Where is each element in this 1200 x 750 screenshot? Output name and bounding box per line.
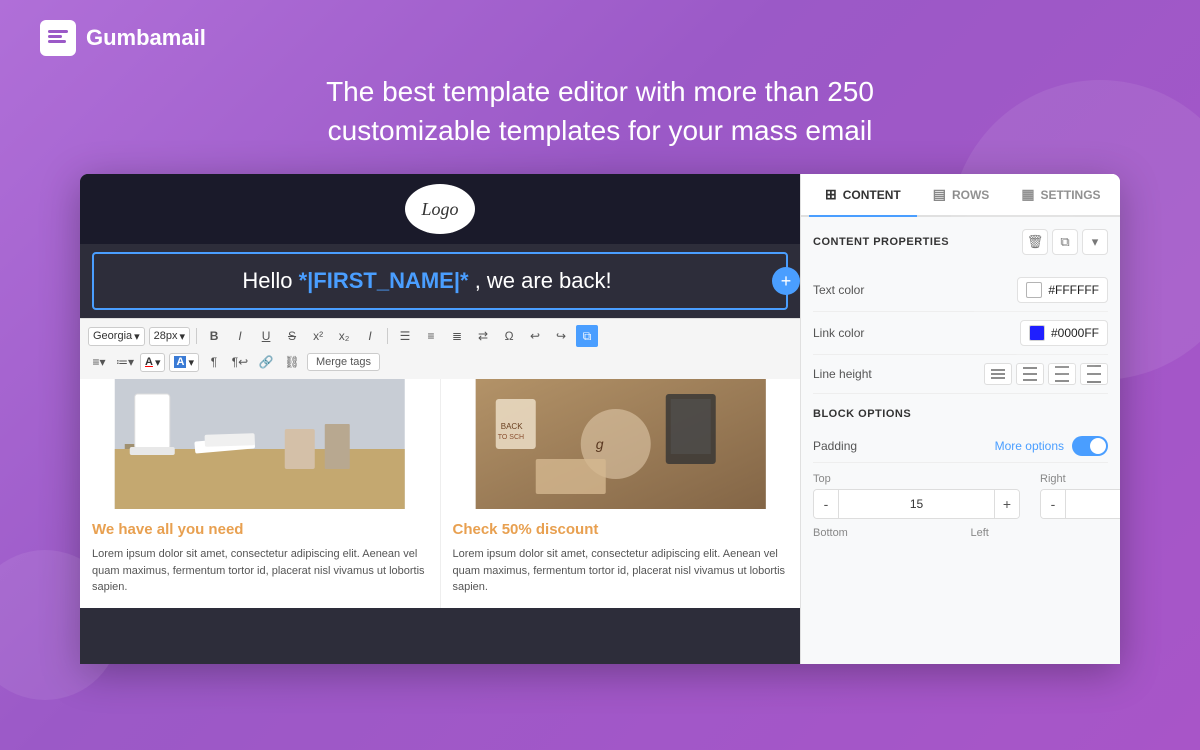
hero-tagline: The best template editor with more than … (250, 72, 950, 150)
top-value-input[interactable] (838, 490, 995, 518)
italic-button[interactable]: I (229, 325, 251, 347)
justify-button[interactable]: ⇄ (472, 325, 494, 347)
indent-button[interactable]: ¶ (203, 351, 225, 373)
col2-body: Lorem ipsum dolor sit amet, consectetur … (453, 546, 789, 596)
right-value-input[interactable] (1065, 490, 1120, 518)
padding-toggle[interactable] (1072, 436, 1108, 456)
text-color-picker[interactable]: A ▾ (140, 353, 165, 372)
subscript-button[interactable]: x₂ (333, 325, 355, 347)
underline-button[interactable]: U (255, 325, 277, 347)
align-center-button[interactable]: ≡ (420, 325, 442, 347)
col1-image (80, 379, 440, 509)
toolbar-separator2 (387, 328, 388, 344)
padding-label: Padding (813, 439, 857, 453)
bottom-padding-field: Bottom (813, 527, 951, 543)
bold-button[interactable]: B (203, 325, 225, 347)
link-button[interactable]: 🔗 (255, 351, 277, 373)
top-number-input: - + (813, 489, 1020, 519)
left-padding-field: Left (971, 527, 1109, 543)
top-right-group: Top - + Right - (813, 473, 1108, 519)
right-minus-button[interactable]: - (1041, 490, 1065, 518)
svg-text:BACK: BACK (500, 422, 522, 431)
top-label: Top (813, 473, 1020, 485)
email-text-content: Hello *|FIRST_NAME|* , we are back! (94, 254, 786, 308)
logo-text: Gumbamail (86, 25, 206, 51)
logo-icon (40, 20, 76, 56)
top-plus-button[interactable]: + (995, 490, 1019, 518)
block-options-title: BLOCK OPTIONS (813, 408, 1108, 420)
redo-button[interactable]: ↪ (550, 325, 572, 347)
email-col-2: BACK TO SCH g Check 50% discount Lorem i… (440, 379, 801, 608)
col2-heading: Check 50% discount (453, 521, 789, 538)
col1-body: Lorem ipsum dolor sit amet, consectetur … (92, 546, 428, 596)
right-number-input: - + (1040, 489, 1120, 519)
font-size-select[interactable]: 28px ▾ (149, 327, 190, 346)
top-padding-field: Top - + (813, 473, 1020, 519)
content-properties-title: CONTENT PROPERTIES (813, 236, 949, 248)
svg-text:TO SCH: TO SCH (497, 434, 523, 441)
line-height-label: Line height (813, 367, 872, 381)
col2-text: Check 50% discount Lorem ipsum dolor sit… (441, 509, 801, 608)
special-chars-button[interactable]: Ω (498, 325, 520, 347)
unordered-list-button[interactable]: ≔▾ (114, 351, 136, 373)
ordered-list-button[interactable]: ≡▾ (88, 351, 110, 373)
tab-content[interactable]: ⊞ CONTENT (809, 174, 917, 217)
svg-text:g: g (595, 436, 603, 452)
undo-button[interactable]: ↩ (524, 325, 546, 347)
text-color-label: Text color (813, 283, 864, 297)
bottom-label: Bottom (813, 527, 951, 539)
left-label: Left (971, 527, 1109, 539)
padding-inputs: Top - + Right - (813, 463, 1108, 561)
toolbar-row2: ≡▾ ≔▾ A ▾ A ▾ ¶ ¶↩ 🔗 ⛓ Merge tags (88, 349, 792, 375)
text-toolbar: Georgia ▾ 28px ▾ B I U S x² x₂ I ☰ ≡ ≣ (80, 318, 800, 379)
merge-field: *|FIRST_NAME|* (299, 268, 469, 293)
font-family-select[interactable]: Georgia ▾ (88, 327, 145, 346)
email-logo: Logo (405, 184, 475, 234)
strikethrough-button[interactable]: S (281, 325, 303, 347)
logo-area: Gumbamail (40, 20, 206, 56)
toggle-knob (1090, 438, 1106, 454)
merge-tags-button[interactable]: Merge tags (307, 353, 380, 371)
right-padding-field: Right - + (1040, 473, 1120, 519)
unlink-button[interactable]: ⛓ (281, 351, 303, 373)
link-color-label: Link color (813, 326, 864, 340)
top-minus-button[interactable]: - (814, 490, 838, 518)
toolbar-row1: Georgia ▾ 28px ▾ B I U S x² x₂ I ☰ ≡ ≣ (88, 323, 792, 349)
col2-image: BACK TO SCH g (441, 379, 801, 509)
outdent-button[interactable]: ¶↩ (229, 351, 251, 373)
align-left-button[interactable]: ☰ (394, 325, 416, 347)
rows-tab-icon: ▤ (933, 186, 946, 203)
more-options-text: More options (995, 439, 1064, 453)
col1-heading: We have all you need (92, 521, 428, 538)
add-block-button[interactable]: + (772, 267, 800, 295)
content-tab-icon: ⊞ (825, 186, 837, 203)
copy-button[interactable]: ⧉ (576, 325, 598, 347)
italic2-button[interactable]: I (359, 325, 381, 347)
right-label: Right (1040, 473, 1120, 485)
email-col-1: We have all you need Lorem ipsum dolor s… (80, 379, 440, 608)
col1-text: We have all you need Lorem ipsum dolor s… (80, 509, 440, 608)
padding-controls: More options (995, 436, 1108, 456)
padding-row: Padding More options (813, 430, 1108, 463)
bottom-left-group: Bottom Left (813, 527, 1108, 543)
text-edit-area[interactable]: Hello *|FIRST_NAME|* , we are back! + (92, 252, 788, 310)
bg-color-picker[interactable]: A ▾ (169, 353, 198, 372)
toolbar-separator (196, 328, 197, 344)
email-two-col: We have all you need Lorem ipsum dolor s… (80, 379, 800, 608)
editor-header: Logo (80, 174, 800, 244)
superscript-button[interactable]: x² (307, 325, 329, 347)
email-editor: Logo Hello *|FIRST_NAME|* , we are back!… (80, 174, 800, 664)
align-right-button[interactable]: ≣ (446, 325, 468, 347)
